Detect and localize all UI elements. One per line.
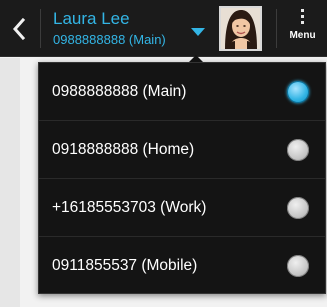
chevron-left-icon bbox=[12, 17, 26, 40]
number-label: 0988888888 (Main) bbox=[52, 82, 187, 100]
radio-button[interactable] bbox=[287, 196, 309, 219]
back-button[interactable] bbox=[2, 0, 36, 57]
contact-number: 0988888888 (Main) bbox=[53, 32, 166, 47]
number-label: 0918888888 (Home) bbox=[52, 140, 195, 158]
radio-button-selected[interactable] bbox=[287, 80, 309, 103]
overflow-menu-icon bbox=[301, 9, 304, 24]
menu-button[interactable]: Menu bbox=[278, 0, 327, 57]
radio-button[interactable] bbox=[287, 255, 309, 277]
action-bar: Laura Lee 0988888888 (Main) Menu bbox=[0, 0, 327, 57]
contact-name: Laura Lee bbox=[53, 9, 130, 28]
contact-photo bbox=[221, 8, 260, 49]
number-option-work[interactable]: +16185553703 (Work) bbox=[39, 179, 325, 237]
divider bbox=[276, 9, 277, 48]
number-option-home[interactable]: 0918888888 (Home) bbox=[39, 121, 325, 179]
number-option-mobile[interactable]: 0911855537 (Mobile) bbox=[39, 237, 325, 295]
radio-button[interactable] bbox=[287, 138, 309, 161]
dropdown-triangle-icon[interactable] bbox=[191, 28, 205, 36]
number-label: 0911855537 (Mobile) bbox=[52, 257, 198, 274]
background-content bbox=[0, 58, 20, 307]
contact-selector[interactable]: Laura Lee 0988888888 (Main) bbox=[53, 9, 213, 51]
menu-label: Menu bbox=[289, 30, 316, 41]
phone-number-popup: 0988888888 (Main) 0918888888 (Home) +161… bbox=[38, 62, 326, 294]
divider bbox=[40, 9, 41, 48]
screen: Laura Lee 0988888888 (Main) Menu 0988888… bbox=[0, 0, 327, 307]
number-label: +16185553703 (Work) bbox=[52, 198, 207, 216]
avatar[interactable] bbox=[219, 6, 262, 51]
number-option-main[interactable]: 0988888888 (Main) bbox=[39, 63, 325, 121]
